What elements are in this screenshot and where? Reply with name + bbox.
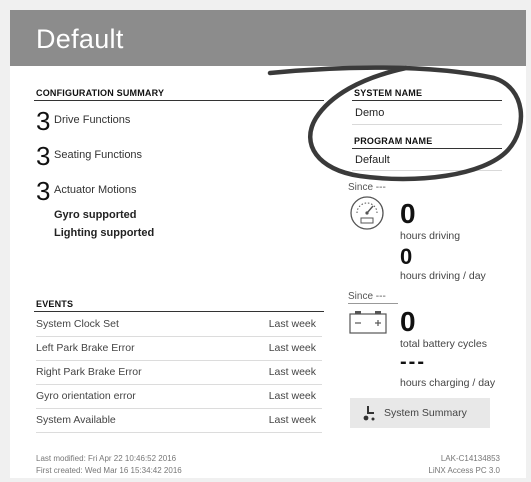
event-name: Right Park Brake Error xyxy=(36,366,142,378)
last-modified-text: Last modified: Fri Apr 22 10:46:52 2016 xyxy=(36,454,177,463)
row-divider xyxy=(36,432,322,433)
drive-functions-label: Drive Functions xyxy=(54,114,131,126)
event-row[interactable]: System Clock Set Last week xyxy=(36,313,322,337)
wheelchair-icon xyxy=(362,405,376,421)
program-name-label: PROGRAM NAME xyxy=(354,136,433,146)
divider xyxy=(352,148,502,149)
divider xyxy=(348,303,398,304)
seating-functions-count: 3 xyxy=(36,141,51,171)
gyro-supported-label: Gyro supported xyxy=(54,209,137,221)
drive-functions-count: 3 xyxy=(36,106,51,136)
divider xyxy=(34,311,324,312)
program-name-value[interactable]: Default xyxy=(355,154,390,166)
divider xyxy=(34,100,324,101)
hours-charging-per-day-label: hours charging / day xyxy=(400,377,496,389)
lighting-supported-label: Lighting supported xyxy=(54,227,155,239)
battery-cycles-label: total battery cycles xyxy=(400,338,487,350)
system-summary-label: System Summary xyxy=(384,407,467,419)
event-row[interactable]: Right Park Brake Error Last week xyxy=(36,361,322,385)
event-time: Last week xyxy=(268,318,316,330)
battery-icon xyxy=(349,310,387,334)
battery-cycles-value: 0 xyxy=(400,306,416,337)
event-name: System Clock Set xyxy=(36,318,119,330)
event-time: Last week xyxy=(268,414,316,426)
actuator-motions-count: 3 xyxy=(36,176,51,206)
divider xyxy=(352,170,502,171)
events-heading: EVENTS xyxy=(36,299,74,309)
hours-driving-per-day-value: 0 xyxy=(400,244,413,269)
system-name-value[interactable]: Demo xyxy=(355,107,384,119)
first-created-text: First created: Wed Mar 16 15:34:42 2016 xyxy=(36,466,182,475)
seating-functions-label: Seating Functions xyxy=(54,149,143,161)
device-id-text: LAK-C14134853 xyxy=(440,454,500,463)
event-name: Left Park Brake Error xyxy=(36,342,135,354)
hours-driving-value: 0 xyxy=(400,198,416,229)
speedometer-icon xyxy=(349,195,385,231)
divider xyxy=(352,124,502,125)
event-time: Last week xyxy=(268,366,316,378)
event-name: Gyro orientation error xyxy=(36,390,136,402)
hours-charging-per-day-value: --- xyxy=(400,351,426,373)
event-name: System Available xyxy=(36,414,116,426)
event-time: Last week xyxy=(268,390,316,402)
event-row[interactable]: Left Park Brake Error Last week xyxy=(36,337,322,361)
event-time: Last week xyxy=(268,342,316,354)
hours-driving-label: hours driving xyxy=(400,230,461,242)
since-driving-label: Since --- xyxy=(348,182,386,193)
hours-driving-per-day-label: hours driving / day xyxy=(400,270,486,282)
event-row[interactable]: System Available Last week xyxy=(36,409,322,433)
event-row[interactable]: Gyro orientation error Last week xyxy=(36,385,322,409)
system-summary-button[interactable]: System Summary xyxy=(350,398,490,428)
page-header: Default xyxy=(10,10,526,66)
divider xyxy=(352,100,502,101)
since-battery-label: Since --- xyxy=(348,291,386,302)
app-version-text: LiNX Access PC 3.0 xyxy=(428,466,500,475)
system-name-label: SYSTEM NAME xyxy=(354,88,423,98)
configuration-summary-heading: CONFIGURATION SUMMARY xyxy=(36,88,165,98)
actuator-motions-label: Actuator Motions xyxy=(54,184,137,196)
page-title: Default xyxy=(36,24,124,54)
